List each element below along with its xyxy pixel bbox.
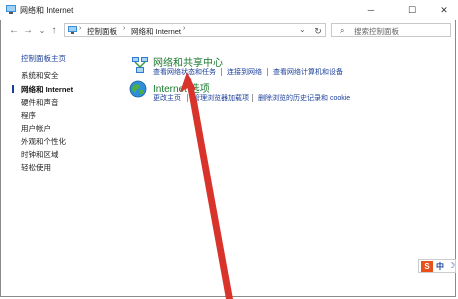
sogou-logo-icon: S: [421, 261, 433, 272]
sidebar-item-appearance[interactable]: 外观和个性化: [21, 136, 66, 147]
breadcrumb-separator: ›: [183, 25, 186, 32]
address-dropdown-icon[interactable]: ⌄: [299, 25, 306, 34]
breadcrumb-control-panel[interactable]: 控制面板: [87, 26, 117, 37]
refresh-button[interactable]: ↻: [312, 25, 324, 37]
breadcrumb-separator: ›: [79, 25, 82, 32]
control-panel-icon: [6, 5, 16, 14]
task-delete-history[interactable]: 删除浏览的历史记录和 cookie: [258, 93, 350, 103]
ime-indicator[interactable]: S 中 ☽: [418, 259, 456, 273]
back-button[interactable]: ←: [8, 24, 20, 38]
moon-icon: ☽: [448, 261, 456, 270]
task-view-network-status[interactable]: 查看网络状态和任务: [153, 67, 216, 77]
window-title: 网络和 Internet: [20, 6, 74, 15]
minimize-button[interactable]: ─: [359, 2, 383, 18]
close-button[interactable]: ✕: [432, 2, 456, 18]
forward-button[interactable]: →: [22, 24, 34, 38]
search-box[interactable]: ⌕ 搜索控制面板: [331, 23, 451, 37]
sidebar-item-ease-of-access[interactable]: 轻松使用: [21, 162, 51, 173]
up-button[interactable]: ↑: [48, 24, 60, 38]
ime-mode-label: 中: [436, 262, 444, 271]
task-change-homepage[interactable]: 更改主页: [153, 93, 181, 103]
breadcrumb-separator: ›: [123, 25, 126, 32]
sidebar-item-home[interactable]: 控制面板主页: [21, 53, 66, 64]
recent-locations-button[interactable]: ⌄: [36, 24, 48, 38]
task-divider: [252, 94, 253, 102]
breadcrumb-network-internet[interactable]: 网络和 Internet: [131, 26, 181, 37]
task-divider: [221, 68, 222, 76]
title-bar: 网络和 Internet ─ ☐ ✕: [0, 0, 456, 20]
internet-options-icon: [129, 80, 147, 98]
task-divider: [267, 68, 268, 76]
address-bar[interactable]: › 控制面板 › 网络和 Internet › ⌄: [64, 23, 326, 37]
sidebar-item-user-accounts[interactable]: 用户帐户: [21, 123, 51, 134]
task-view-network-computers[interactable]: 查看网络计算机和设备: [273, 67, 343, 77]
sidebar-item-hardware-sound[interactable]: 硬件和声音: [21, 97, 59, 108]
search-icon: ⌕: [340, 26, 345, 35]
task-divider: [187, 94, 188, 102]
task-connect-to-network[interactable]: 连接到网络: [227, 67, 262, 77]
sidebar-item-clock-region[interactable]: 时钟和区域: [21, 149, 59, 160]
sidebar-item-programs[interactable]: 程序: [21, 110, 36, 121]
current-section-marker: [12, 85, 14, 93]
sidebar-item-system-security[interactable]: 系统和安全: [21, 70, 59, 81]
sidebar-item-network-internet[interactable]: 网络和 Internet: [21, 84, 73, 95]
search-placeholder: 搜索控制面板: [354, 27, 399, 36]
network-center-icon: [132, 57, 148, 73]
task-manage-addons[interactable]: 管理浏览器加载项: [193, 93, 249, 103]
control-panel-icon: [68, 26, 77, 34]
maximize-button[interactable]: ☐: [400, 2, 424, 18]
